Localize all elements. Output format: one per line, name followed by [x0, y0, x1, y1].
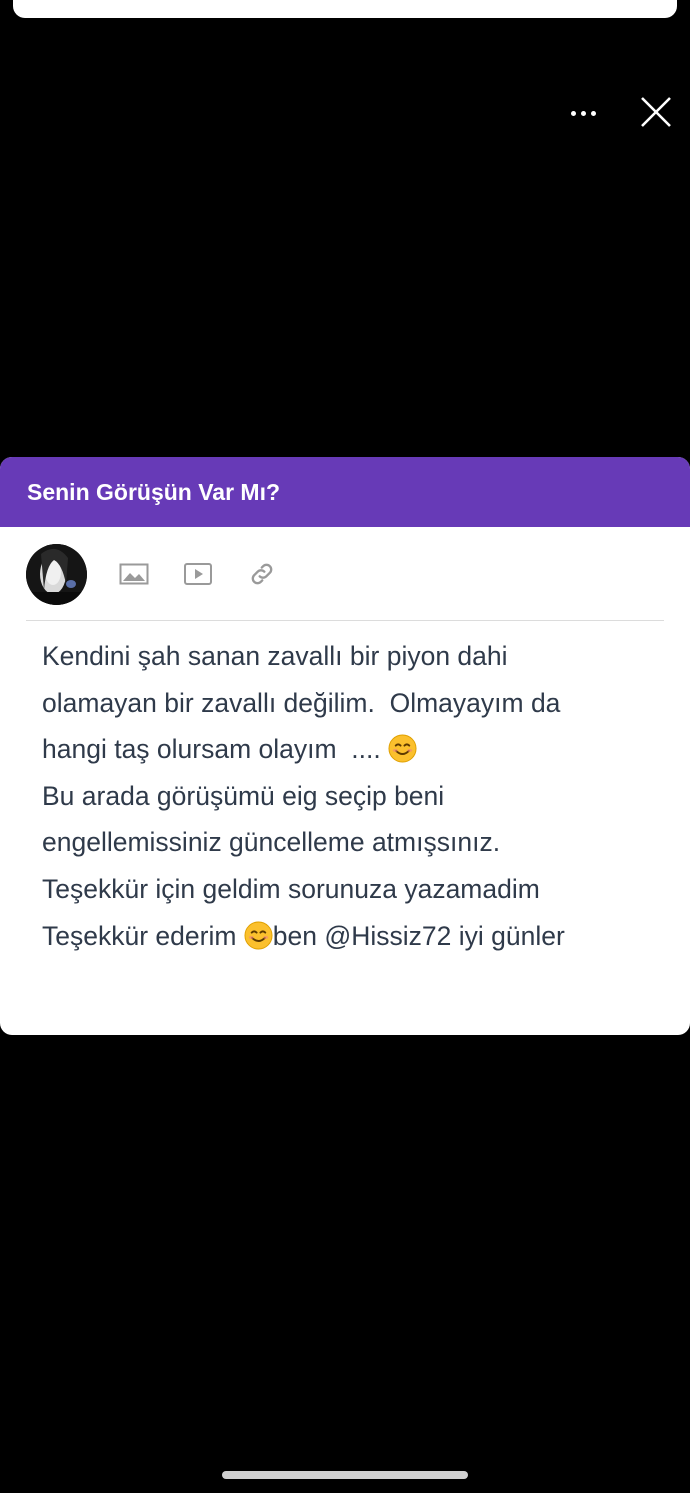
user-avatar[interactable] — [26, 544, 87, 605]
close-icon — [641, 97, 671, 127]
answer-line: Bu arada görüşümü eig seçip beni — [42, 780, 445, 811]
answer-line: hangi taş olursam olayım .... — [42, 726, 648, 773]
card-title: Senin Görüşün Var Mı? — [27, 478, 281, 505]
close-button[interactable] — [636, 92, 676, 132]
more-options-button[interactable] — [562, 95, 604, 131]
answer-line: Kendini şah sanan zavallı bir piyon dahi — [42, 641, 508, 671]
top-sheet-edge — [13, 0, 677, 18]
answer-line: engellemissiniz güncelleme atmışsınız. — [42, 827, 501, 858]
answer-line-text: ben @Hissiz72 iyi günler — [272, 920, 565, 951]
image-icon — [119, 563, 149, 585]
answer-card: Senin Görüşün Var Mı? Kendini şah sanan … — [0, 457, 690, 1035]
more-dot — [580, 110, 586, 116]
answer-line: Teşekkür için geldim sorunuza yazamadim — [42, 873, 540, 904]
more-horizontal-icon — [570, 110, 576, 116]
answer-line-text: Teşekkür ederim — [42, 920, 244, 951]
answer-line: olamayan bir zavallı değilim. Olmayayım … — [42, 687, 561, 718]
answer-line-text: hangi taş olursam olayım .... — [42, 734, 389, 765]
video-icon — [184, 563, 212, 585]
add-video-button[interactable] — [183, 559, 213, 589]
add-link-button[interactable] — [247, 559, 277, 589]
smiling-face-emoji — [388, 734, 417, 763]
link-icon — [251, 563, 273, 585]
answer-line: Teşekkür ederim ben @Hissiz72 iyi günler — [42, 913, 648, 960]
smiling-face-emoji — [244, 921, 273, 950]
composer-toolbar — [26, 527, 664, 621]
answer-text[interactable]: Kendini şah sanan zavallı bir piyon dahi… — [0, 621, 690, 959]
add-image-button[interactable] — [119, 559, 149, 589]
more-dot — [590, 110, 596, 116]
avatar-image — [26, 544, 87, 605]
card-header: Senin Görüşün Var Mı? — [0, 457, 690, 527]
home-indicator[interactable] — [222, 1471, 468, 1479]
